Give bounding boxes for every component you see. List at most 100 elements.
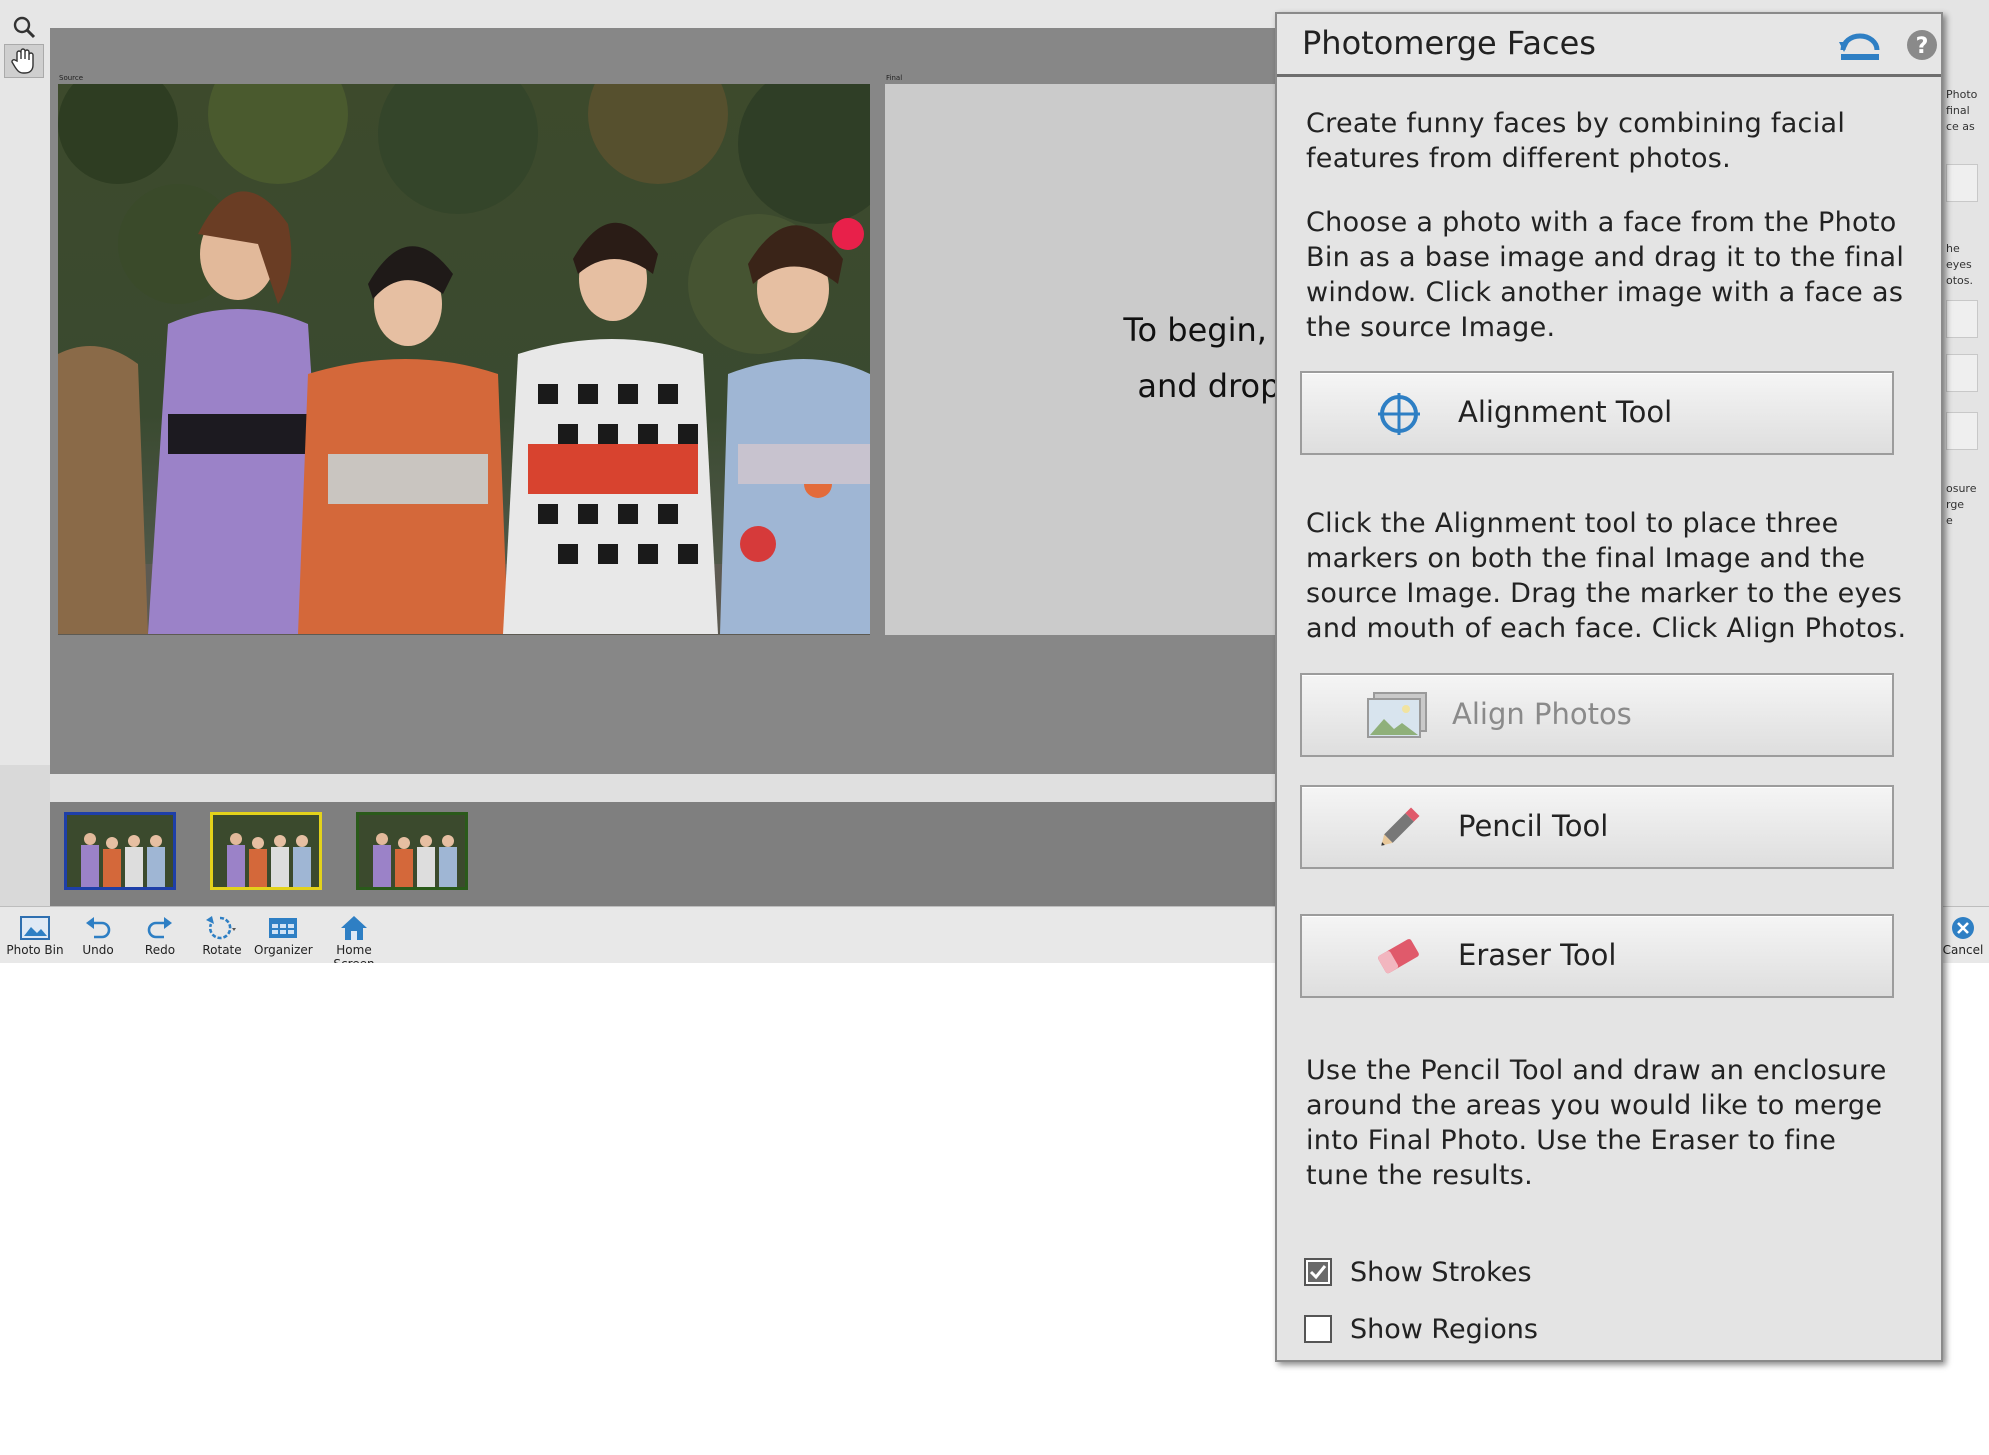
panel-title: Photomerge Faces xyxy=(1302,24,1596,62)
final-instructions: To begin, drag a pho and drop it here to xyxy=(987,302,1276,414)
show-regions-label: Show Regions xyxy=(1350,1313,1538,1345)
text-line: window. Click another image with a face … xyxy=(1306,277,1904,308)
redo-button[interactable]: Redo xyxy=(138,913,182,957)
text-line: into Final Photo. Use the Eraser to fine xyxy=(1306,1125,1837,1156)
show-regions-option[interactable]: Show Regions xyxy=(1304,1311,1538,1347)
final-pane-label: Final xyxy=(886,74,903,82)
text-line: Bin as a base image and drag it to the f… xyxy=(1306,242,1905,273)
text-line: features from different photos. xyxy=(1306,143,1732,174)
photo-bin-label: Photo Bin xyxy=(6,943,64,957)
fragment-text: osure xyxy=(1946,482,1977,495)
redo-icon xyxy=(147,917,172,939)
help-icon: ? xyxy=(1907,30,1937,60)
reset-icon xyxy=(1839,33,1880,60)
align-photos-button[interactable]: Align Photos xyxy=(1300,673,1894,757)
zoom-tool[interactable] xyxy=(4,10,44,44)
rotate-label: Rotate xyxy=(202,943,242,957)
bin-thumbnail-1[interactable] xyxy=(64,812,176,890)
final-instructions-line-2: and drop it here to xyxy=(1137,367,1276,405)
pencil-help-text: Use the Pencil Tool and draw an enclosur… xyxy=(1306,1053,1926,1193)
intro-text-1: Create funny faces by combining facial f… xyxy=(1306,106,1926,176)
fragment-text: otos. xyxy=(1946,274,1974,287)
fragment-text: he xyxy=(1946,242,1960,255)
undo-icon xyxy=(86,917,111,939)
hand-tool[interactable] xyxy=(4,44,44,78)
image-icon xyxy=(1367,692,1427,738)
thumbnail-image xyxy=(359,815,465,887)
bin-thumbnail-3[interactable] xyxy=(356,812,468,890)
redo-label: Redo xyxy=(144,943,176,957)
right-side-panel-fragment: Photo final ce as he eyes otos. osure rg… xyxy=(1940,0,1989,906)
reset-button[interactable] xyxy=(1837,28,1883,64)
photo-bin-icon xyxy=(20,916,50,940)
align-photos-label: Align Photos xyxy=(1452,697,1632,731)
eraser-icon xyxy=(1378,939,1419,974)
intro-text-2: Choose a photo with a face from the Phot… xyxy=(1306,205,1926,345)
pencil-tool-label: Pencil Tool xyxy=(1458,809,1609,843)
show-strokes-option[interactable]: Show Strokes xyxy=(1304,1254,1532,1290)
source-pane-label: Source xyxy=(59,74,84,82)
text-line: markers on both the final Image and the xyxy=(1306,543,1866,574)
alignment-help-text: Click the Alignment tool to place three … xyxy=(1306,506,1926,646)
text-line: Use the Pencil Tool and draw an enclosur… xyxy=(1306,1055,1887,1086)
bin-thumbnail-2[interactable] xyxy=(210,812,322,890)
organizer-label: Organizer xyxy=(254,943,313,957)
text-line: Create funny faces by combining facial xyxy=(1306,108,1846,139)
home-icon xyxy=(341,916,367,940)
source-photo-illustration xyxy=(58,84,870,635)
alignment-tool-button[interactable]: Alignment Tool xyxy=(1300,371,1894,455)
horizontal-scrollbar[interactable] xyxy=(50,774,1276,802)
text-line: source Image. Drag the marker to the eye… xyxy=(1306,578,1903,609)
thumbnail-image xyxy=(213,815,319,887)
text-line: Choose a photo with a face from the Phot… xyxy=(1306,207,1897,238)
photo-bin-button[interactable]: Photo Bin xyxy=(4,913,66,957)
final-instructions-line-1: To begin, drag a pho xyxy=(1123,311,1276,349)
ghost-button xyxy=(1946,300,1978,338)
svg-text:?: ? xyxy=(1916,34,1929,59)
source-image[interactable] xyxy=(58,84,870,635)
cancel-icon xyxy=(1952,917,1974,939)
thumbnail-image xyxy=(67,815,173,887)
organizer-icon xyxy=(269,918,297,938)
eraser-tool-button[interactable]: Eraser Tool xyxy=(1300,914,1894,998)
text-line: tune the results. xyxy=(1306,1160,1534,1191)
checkmark-icon xyxy=(1308,1262,1328,1282)
show-strokes-checkbox[interactable] xyxy=(1304,1258,1332,1286)
help-button[interactable]: ? xyxy=(1905,28,1939,62)
undo-button[interactable]: Undo xyxy=(76,913,120,957)
rotate-icon xyxy=(206,916,236,940)
home-screen-label: Home Screen xyxy=(333,943,374,963)
rotate-button[interactable]: Rotate xyxy=(196,913,248,957)
hand-icon xyxy=(11,48,34,74)
fragment-text: ce as xyxy=(1946,120,1975,133)
ghost-button xyxy=(1946,164,1978,202)
fragment-text: Photo xyxy=(1946,88,1978,101)
text-line: Click the Alignment tool to place three xyxy=(1306,508,1839,539)
text-line: around the areas you would like to merge xyxy=(1306,1090,1883,1121)
fragment-text: rge xyxy=(1946,498,1965,511)
show-strokes-label: Show Strokes xyxy=(1350,1256,1532,1288)
ghost-button xyxy=(1946,354,1978,392)
ghost-button xyxy=(1946,412,1978,450)
fragment-text: final xyxy=(1946,104,1970,117)
cancel-label: Cancel xyxy=(1942,943,1984,957)
alignment-tool-label: Alignment Tool xyxy=(1458,395,1673,429)
photomerge-faces-panel: Photomerge Faces ? Create funny faces by… xyxy=(1275,12,1943,1362)
fragment-text: eyes xyxy=(1946,258,1972,271)
eraser-tool-label: Eraser Tool xyxy=(1458,938,1617,972)
left-toolbar xyxy=(0,0,51,765)
final-image-drop-zone[interactable]: To begin, drag a pho and drop it here to xyxy=(885,84,1276,635)
crosshair-icon xyxy=(1378,393,1420,435)
fragment-text: e xyxy=(1946,514,1953,527)
pencil-tool-button[interactable]: Pencil Tool xyxy=(1300,785,1894,869)
home-screen-button[interactable]: Home Screen xyxy=(314,913,394,963)
cancel-button[interactable]: Cancel xyxy=(1940,913,1986,957)
pencil-icon xyxy=(1381,807,1420,846)
zoom-icon xyxy=(13,16,36,39)
panel-header: Photomerge Faces ? xyxy=(1277,14,1941,77)
show-regions-checkbox[interactable] xyxy=(1304,1315,1332,1343)
organizer-button[interactable]: Organizer xyxy=(254,913,313,957)
text-line: the source Image. xyxy=(1306,312,1556,343)
undo-label: Undo xyxy=(82,943,114,957)
text-line: and mouth of each face. Click Align Phot… xyxy=(1306,613,1907,644)
